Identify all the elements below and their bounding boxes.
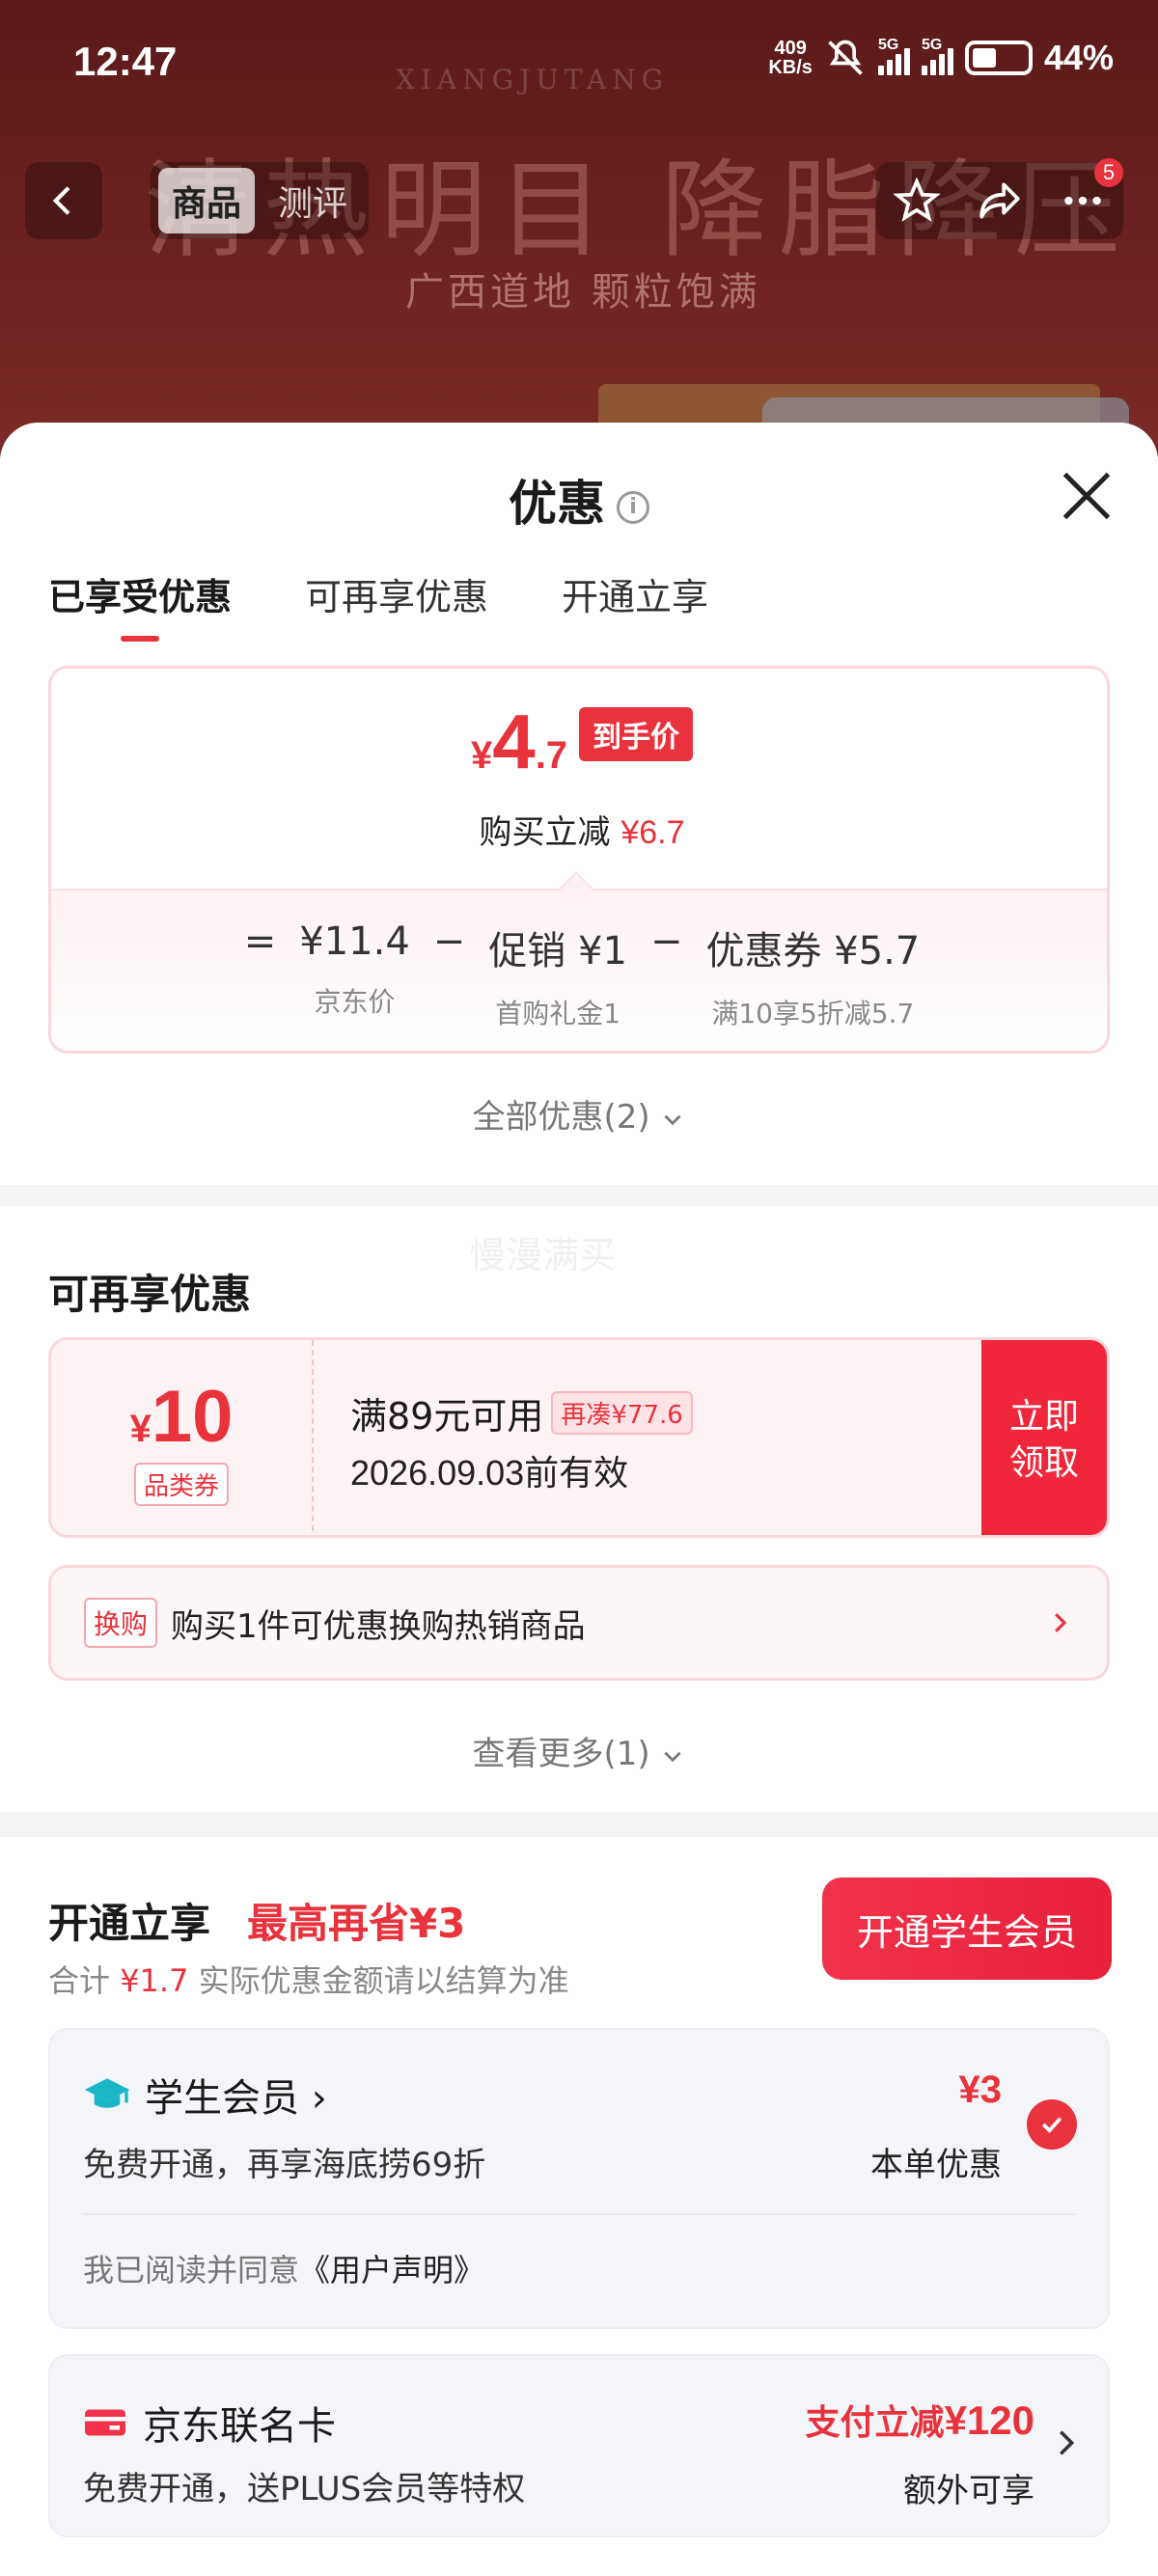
see-more-toggle[interactable]: 查看更多(1) [0, 1727, 1158, 1774]
divider [83, 2213, 1075, 2215]
signal-sim2-icon: 5G [921, 37, 953, 75]
section-title: 开通立享 [48, 1900, 211, 1947]
battery-icon [964, 41, 1033, 75]
more-button[interactable]: 5 [1056, 158, 1123, 228]
share-icon [979, 182, 1020, 219]
status-icons: 409 KB/s 5G 5G 44% [768, 37, 1114, 79]
chevron-left-icon [52, 186, 70, 215]
nav-actions: 5 [876, 158, 1123, 239]
battery-percent: 44% [1043, 38, 1114, 77]
student-member-card: 学生会员 › 免费开通，再享海底捞69折 ¥3 本单优惠 我已阅读并同意《用户声… [48, 2028, 1110, 2329]
exchange-text: 购买1件可优惠换购热销商品 [171, 1606, 586, 1646]
coupon-type-badge: 品类券 [133, 1463, 229, 1506]
credit-card-icon [85, 2409, 125, 2436]
network-speed: 409 KB/s [768, 38, 813, 78]
chevron-right-icon [1055, 1613, 1067, 1632]
mute-icon [828, 40, 863, 75]
jd-card-pay-discount: 支付立减¥120 [805, 2398, 1034, 2443]
tab-open-to-enjoy[interactable]: 开通立享 [562, 567, 708, 642]
chevron-down-icon [664, 1751, 682, 1762]
tab-more-available[interactable]: 可再享优惠 [305, 567, 488, 642]
category-coupon: ¥10 品类券 满89元可用 再凑¥77.6 2026.09.03前有效 立即 领… [48, 1337, 1110, 1538]
sheet-title: 优惠 i [0, 465, 1158, 534]
promo-discount: 促销 ¥1 首购礼金1 [488, 929, 627, 1029]
tab-review[interactable]: 测评 [264, 168, 361, 233]
clock: 12:47 [73, 39, 178, 84]
more-discounts-section: 慢漫满买 可再享优惠 ¥10 品类券 满89元可用 再凑¥77.6 2026.09… [0, 1206, 1158, 1812]
final-price-tag: 到手价 [579, 707, 694, 761]
minus-sign: − [649, 919, 683, 964]
back-button[interactable] [25, 162, 102, 239]
jd-card-extra: 额外可享 [903, 2472, 1034, 2510]
tab-product[interactable]: 商品 [158, 168, 256, 233]
coupon-condition: 满89元可用 再凑¥77.6 [350, 1386, 693, 1439]
notification-badge: 5 [1094, 158, 1123, 187]
product-nav-tabs: 商品 测评 [151, 162, 370, 239]
chevron-down-icon [664, 1114, 682, 1125]
total-save-note: 合计 ¥1.7 实际优惠金额请以结算为准 [48, 1962, 569, 1999]
coupon-extra-badge: 再凑¥77.6 [551, 1391, 693, 1435]
jd-cobrand-card[interactable]: 京东联名卡 免费开通，送PLUS会员等特权 支付立减¥120 额外可享 [48, 2354, 1110, 2537]
section-title: 可再享优惠 [48, 1271, 252, 1318]
info-icon[interactable]: i [617, 490, 649, 524]
user-agreement: 我已阅读并同意《用户声明》 [83, 2252, 485, 2288]
final-price: ¥4.7 到手价 [51, 698, 1107, 786]
discount-tabs: 已享受优惠 可再享优惠 开通立享 [48, 567, 708, 642]
graduation-cap-icon [84, 2078, 130, 2108]
chevron-right-icon [1060, 2430, 1075, 2455]
close-icon[interactable] [1058, 467, 1116, 525]
star-icon [893, 177, 941, 222]
coupon-validity: 2026.09.03前有效 [350, 1453, 629, 1493]
user-statement-link[interactable]: 《用户声明》 [299, 2252, 484, 2288]
all-discounts-toggle[interactable]: 全部优惠(2) [0, 1090, 1158, 1137]
check-icon[interactable] [1027, 2099, 1077, 2150]
coupon-discount: 优惠券 ¥5.7 满10享5折减5.7 [705, 929, 921, 1029]
claim-coupon-button[interactable]: 立即 领取 [981, 1340, 1107, 1535]
enjoyed-discounts-section: 优惠 i 已享受优惠 可再享优惠 开通立享 ¥4.7 到手价 购买立减 ¥6.7 =… [0, 423, 1158, 1185]
coupon-amount: ¥10 [129, 1376, 234, 1458]
tab-enjoyed[interactable]: 已享受优惠 [48, 567, 232, 642]
jd-card-desc: 免费开通，送PLUS会员等特权 [83, 2470, 526, 2508]
jd-card-name: 京东联名卡 [143, 2404, 336, 2449]
banner-subtitle: 广西道地 颗粒饱满 [405, 270, 761, 315]
instant-reduce: 购买立减 ¥6.7 [479, 813, 685, 852]
discount-sheet: 优惠 i 已享受优惠 可再享优惠 开通立享 ¥4.7 到手价 购买立减 ¥6.7 =… [0, 423, 1158, 2576]
exchange-tag: 换购 [84, 1598, 158, 1648]
student-discount-amount: ¥3 [958, 2069, 1003, 2111]
student-member-link[interactable]: 学生会员 › [83, 2067, 327, 2123]
minus-sign: − [432, 919, 466, 964]
favorite-button[interactable] [890, 174, 944, 228]
final-price-card: ¥4.7 到手价 购买立减 ¥6.7 = ¥11.4 京东价 − 促销 ¥1 首购… [48, 666, 1110, 1054]
open-student-member-button[interactable]: 开通学生会员 [822, 1877, 1112, 1980]
equals-sign: = [243, 919, 277, 964]
signal-sim1-icon: 5G [877, 37, 910, 75]
share-button[interactable] [973, 174, 1027, 228]
student-discount-label: 本单优惠 [870, 2146, 1002, 2184]
jd-price: ¥11.4 京东价 [299, 919, 410, 1018]
price-breakdown: = ¥11.4 京东价 − 促销 ¥1 首购礼金1 − 优惠券 ¥5.7 满10… [51, 889, 1107, 1051]
max-save-text: 最高再省¥3 [247, 1900, 466, 1947]
student-member-desc: 免费开通，再享海底捞69折 [83, 2146, 486, 2184]
status-bar: 12:47 409 KB/s 5G 5G 44% [0, 0, 1158, 130]
watermark-text: 慢漫满买 [469, 1234, 617, 1276]
open-to-enjoy-section: 开通立享 最高再省¥3 合计 ¥1.7 实际优惠金额请以结算为准 开通学生会员 … [0, 1837, 1158, 2576]
exchange-offer[interactable]: 换购 购买1件可优惠换购热销商品 [48, 1565, 1110, 1681]
